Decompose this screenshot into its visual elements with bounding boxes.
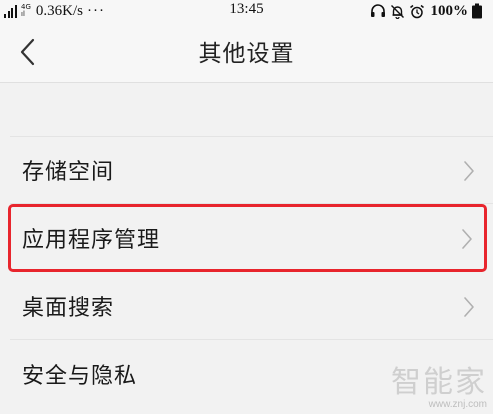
watermark: 智能家 www.znj.com	[391, 365, 487, 411]
phone-screen: 4G ıl 0.36K/s ··· 13:45 100% 其他设置 存储空间 应…	[0, 0, 493, 414]
watermark-url: www.znj.com	[428, 399, 487, 410]
headset-icon	[370, 3, 385, 17]
list-item-label: 桌面搜索	[22, 296, 115, 321]
list-item-label: 应用程序管理	[22, 228, 161, 253]
list-item-app-management[interactable]: 应用程序管理	[8, 204, 487, 272]
nav-header: 其他设置	[0, 22, 493, 83]
chevron-right-icon	[464, 297, 474, 317]
status-right: 100%	[370, 1, 484, 21]
mute-bell-icon	[390, 4, 404, 19]
alarm-icon	[409, 4, 424, 18]
status-bar: 4G ıl 0.36K/s ··· 13:45 100%	[0, 0, 493, 22]
watermark-text: 智能家	[391, 365, 487, 400]
list-item-label: 安全与隐私	[22, 364, 138, 389]
page-title: 其他设置	[198, 41, 295, 67]
list-item-desktop-search[interactable]: 桌面搜索	[10, 272, 493, 340]
battery-icon	[472, 3, 482, 19]
list-item-storage[interactable]: 存储空间	[10, 136, 493, 204]
battery-percentage: 100%	[430, 2, 469, 19]
chevron-right-icon	[462, 229, 472, 249]
chevron-right-icon	[464, 161, 474, 181]
list-item-label: 存储空间	[22, 160, 115, 185]
